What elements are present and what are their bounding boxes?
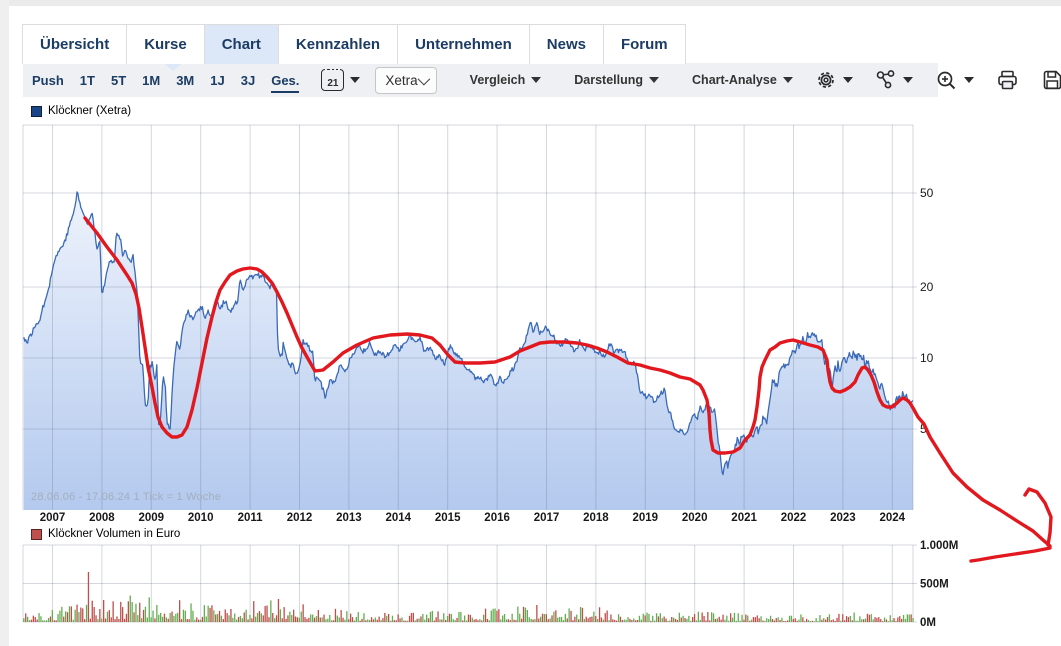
chevron-down-icon	[350, 77, 360, 83]
x-tick-label: 2020	[682, 512, 708, 524]
chevron-down-icon	[903, 77, 913, 83]
volume-legend-label: Klöckner Volumen in Euro	[48, 528, 180, 540]
x-tick-label: 2012	[287, 512, 313, 524]
period-5t[interactable]: 5T	[111, 73, 126, 88]
tab-unternehmen[interactable]: Unternehmen	[398, 25, 530, 64]
chevron-down-icon	[964, 77, 974, 83]
chart-analysis-menu-label: Chart-Analyse	[692, 73, 777, 87]
tab-kennzahlen[interactable]: Kennzahlen	[279, 25, 398, 64]
x-tick-label: 2010	[188, 512, 214, 524]
zoom-in-icon	[935, 69, 958, 92]
price-y-tick-label: 50	[920, 186, 934, 200]
volume-y-tick-label: 0M	[920, 617, 936, 629]
x-tick-label: 2023	[830, 512, 856, 524]
price-y-tick-label: 10	[920, 351, 934, 365]
x-tick-label: 2017	[534, 512, 560, 524]
tab-forum[interactable]: Forum	[604, 25, 686, 64]
volume-legend-swatch	[31, 529, 42, 540]
period-3j[interactable]: 3J	[241, 73, 255, 88]
x-tick-label: 2008	[89, 512, 115, 524]
gear-icon	[815, 69, 837, 91]
chevron-down-icon	[531, 77, 541, 83]
tab-news[interactable]: News	[530, 25, 604, 64]
x-tick-label: 2018	[583, 512, 609, 524]
display-menu[interactable]: Darstellung	[574, 73, 659, 87]
save-button[interactable]	[1041, 69, 1061, 91]
chevron-down-icon	[417, 72, 430, 85]
volume-y-tick-label: 500M	[920, 579, 949, 591]
active-tab-notch	[164, 63, 182, 71]
settings-button[interactable]	[815, 69, 853, 91]
volume-legend: Klöckner Volumen in Euro	[31, 528, 180, 540]
x-tick-label: 2013	[336, 512, 362, 524]
period-1m[interactable]: 1M	[142, 73, 160, 88]
x-tick-label: 2022	[781, 512, 807, 524]
period-push[interactable]: Push	[32, 73, 64, 88]
price-area-fill	[24, 192, 913, 510]
exchange-select[interactable]: Xetra	[375, 67, 436, 94]
tab-bar: Übersicht Kurse Chart Kennzahlen Unterne…	[22, 24, 686, 64]
tab-chart[interactable]: Chart	[205, 25, 279, 64]
price-legend: Klöckner (Xetra)	[31, 105, 131, 117]
x-tick-label: 2019	[633, 512, 659, 524]
save-icon	[1041, 69, 1061, 91]
zoom-button[interactable]	[935, 69, 974, 92]
compare-menu[interactable]: Vergleich	[470, 73, 542, 87]
price-y-tick-label: 20	[920, 280, 934, 294]
chart-toolbar: Push 1T 5T 1M 3M 1J 3J Ges. 21 Xetra Ver…	[23, 63, 938, 97]
exchange-selected-value: Xetra	[385, 73, 417, 88]
chevron-down-icon	[649, 77, 659, 83]
printer-icon	[996, 69, 1019, 91]
stock-chart-page: Übersicht Kurse Chart Kennzahlen Unterne…	[0, 0, 1061, 646]
display-menu-label: Darstellung	[574, 73, 643, 87]
share-nodes-icon	[875, 69, 897, 91]
x-tick-label: 2007	[40, 512, 66, 524]
x-tick-label: 2015	[435, 512, 461, 524]
chart-watermark: 28.06.06 - 17.06.24 1 Tick = 1 Woche	[31, 491, 221, 503]
tab-kurse[interactable]: Kurse	[127, 25, 205, 64]
period-3m[interactable]: 3M	[176, 73, 194, 88]
x-tick-label: 2016	[484, 512, 510, 524]
period-gesamt[interactable]: Ges.	[271, 73, 299, 93]
x-tick-label: 2009	[139, 512, 165, 524]
print-button[interactable]	[996, 69, 1019, 91]
period-1t[interactable]: 1T	[80, 73, 95, 88]
volume-bars	[23, 572, 914, 622]
price-legend-label: Klöckner (Xetra)	[48, 105, 131, 117]
chevron-down-icon	[843, 77, 853, 83]
chevron-down-icon	[783, 77, 793, 83]
price-legend-swatch	[31, 106, 42, 117]
chart-analysis-menu[interactable]: Chart-Analyse	[692, 73, 793, 87]
price-y-tick-label: 5	[920, 422, 927, 436]
x-tick-label: 2024	[880, 512, 906, 524]
x-tick-label: 2014	[386, 512, 412, 524]
period-1j[interactable]: 1J	[210, 73, 224, 88]
volume-y-tick-label: 1.000M	[920, 540, 958, 552]
x-tick-label: 2021	[731, 512, 757, 524]
x-tick-label: 2011	[238, 512, 264, 524]
compare-menu-label: Vergleich	[470, 73, 526, 87]
indicators-button[interactable]	[875, 69, 913, 91]
tab-uebersicht[interactable]: Übersicht	[23, 25, 127, 64]
calendar-icon: 21	[321, 69, 344, 91]
date-range-picker[interactable]: 21	[321, 69, 360, 91]
